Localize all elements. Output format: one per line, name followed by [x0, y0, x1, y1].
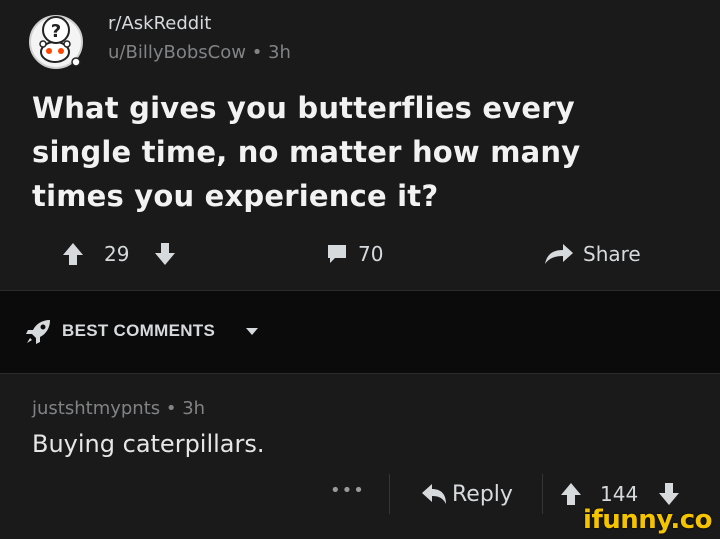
- reply-label: Reply: [452, 481, 513, 507]
- comment-sort-bar[interactable]: BEST COMMENTS: [0, 291, 720, 373]
- subreddit-name[interactable]: r/AskReddit: [108, 13, 211, 34]
- downvote-icon[interactable]: [658, 482, 680, 506]
- comment-body: Buying caterpillars.: [32, 430, 265, 458]
- reply-icon: [422, 484, 446, 504]
- comment-icon: [328, 245, 346, 263]
- rocket-icon: [26, 320, 50, 344]
- divider: [542, 474, 543, 514]
- upvote-icon: [63, 243, 83, 265]
- downvote-icon: [155, 243, 175, 265]
- comment-meta: justshtmypnts • 3h: [32, 398, 205, 419]
- post-actions: 29 70 Share: [0, 232, 720, 276]
- comment-count: 70: [358, 242, 384, 266]
- divider: [389, 474, 390, 514]
- downvote-button[interactable]: [154, 232, 176, 276]
- upvote-icon[interactable]: [560, 482, 582, 506]
- comment-author[interactable]: justshtmypnts: [32, 398, 160, 419]
- share-icon: [545, 244, 573, 264]
- comment-age: 3h: [182, 398, 206, 419]
- meta-separator: •: [165, 398, 183, 419]
- post-meta: u/BillyBobsCow • 3h: [108, 42, 291, 63]
- caret-down-icon: [246, 328, 258, 335]
- meta-separator: •: [251, 42, 269, 63]
- post-vote-count: 29: [104, 242, 130, 266]
- subreddit-avatar-icon[interactable]: ?: [26, 10, 92, 70]
- share-label: Share: [583, 242, 641, 266]
- post-title[interactable]: What gives you butterflies every single …: [32, 86, 672, 218]
- sort-label: BEST COMMENTS: [62, 321, 216, 340]
- post-author[interactable]: u/BillyBobsCow: [108, 42, 246, 63]
- post-age: 3h: [268, 42, 291, 63]
- more-options-button[interactable]: •••: [330, 480, 365, 501]
- share-button[interactable]: Share: [543, 232, 641, 276]
- ifunny-watermark: ifunny.co: [583, 505, 712, 535]
- reply-button[interactable]: Reply: [420, 472, 513, 516]
- upvote-button[interactable]: [62, 232, 84, 276]
- post-card: ? r/AskReddit u/BillyBobsCow • 3h What g…: [0, 0, 720, 290]
- comment-score: 144: [600, 482, 639, 506]
- svg-text:?: ?: [51, 21, 61, 42]
- comments-button[interactable]: 70: [326, 232, 383, 276]
